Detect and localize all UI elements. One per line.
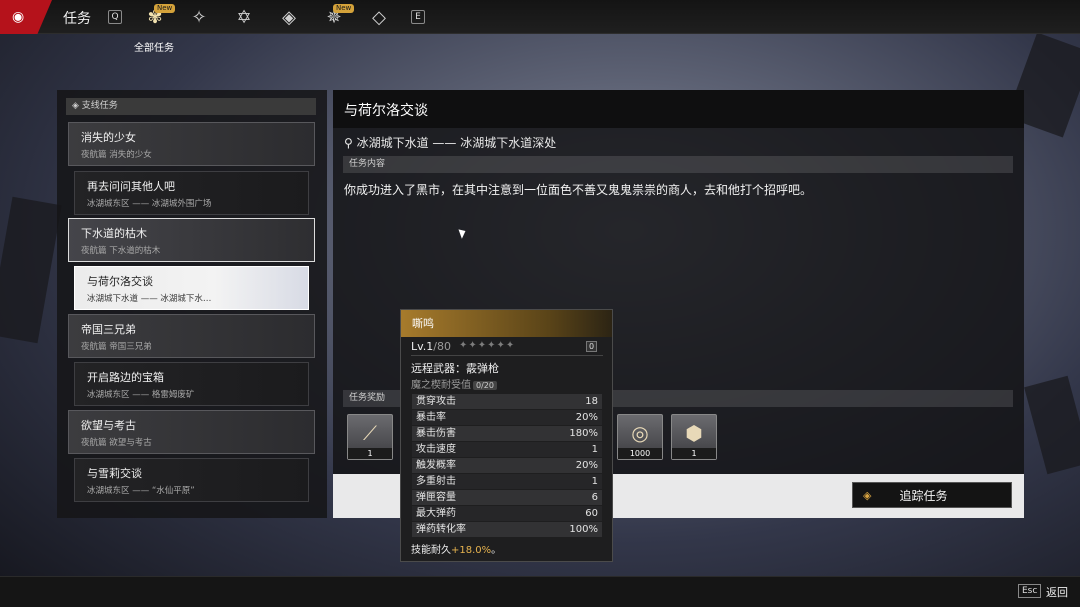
tab-tooltip: 全部任务 (134, 43, 174, 54)
commission-icon: ◈ (282, 6, 296, 28)
quest-group-item[interactable]: 下水道的枯木 夜航篇 下水道的枯木 (68, 218, 315, 262)
refine-badge: 0 (586, 341, 598, 352)
stat-row: 贯穿攻击 18 (412, 394, 602, 409)
track-diamond-icon: ◈ (863, 488, 872, 502)
background-debris (1024, 375, 1080, 475)
eye-logo-icon: ◉ (12, 9, 25, 25)
weapon-type: 远程武器：霰弹枪 (411, 362, 499, 375)
stat-row: 弹匣容量 6 (412, 490, 602, 505)
main-quest-icon: ✧ (191, 6, 207, 28)
daily-quest-icon: ◇ (372, 6, 386, 28)
mod-durability: 魔之楔耐受值 0/20 (411, 376, 497, 391)
quest-category-header: ◈ 支线任务 (66, 98, 316, 115)
prev-tab-key-hint[interactable]: Q (108, 10, 122, 24)
next-tab-key-hint[interactable]: E (411, 10, 425, 24)
side-quest-icon: ✡ (236, 6, 252, 28)
quest-list-item[interactable]: 再去问问其他人吧 冰湖城东区 —— 冰湖城外围广场 (74, 171, 309, 215)
weapon-name: 嘶鸣 (401, 310, 612, 337)
stat-row: 弹药转化率 100% (412, 522, 602, 537)
side-quest-icon: ◈ (72, 101, 82, 111)
stat-row: 触发概率 20% (412, 458, 602, 473)
new-badge: New (154, 4, 176, 13)
bottom-bar (0, 576, 1080, 607)
quest-group-item[interactable]: 欲望与考古 夜航篇 欲望与考古 (68, 410, 315, 454)
shotgun-icon: ⟋ (363, 421, 377, 445)
stat-row: 暴击率 20% (412, 410, 602, 425)
quest-group-item[interactable]: 帝国三兄弟 夜航篇 帝国三兄弟 (68, 314, 315, 358)
page-title: 任务 (63, 11, 91, 27)
quest-list-item[interactable]: 开启路边的宝箱 冰湖城东区 —— 格雷姆废矿 (74, 362, 309, 406)
detail-title-bar (333, 90, 1024, 128)
tab-main-quests[interactable]: ✧ (187, 5, 211, 29)
content-section-header: 任务内容 (343, 156, 1013, 173)
esc-key-hint[interactable]: Esc (1018, 584, 1042, 598)
rank-stars-icon: ✦✦✦✦✦✦ (459, 340, 516, 351)
tab-daily-quests[interactable]: ◇ (367, 5, 391, 29)
stat-row: 多重射击 1 (412, 474, 602, 489)
quest-description: 你成功进入了黑市，在其中注意到一位面色不善又鬼鬼祟祟的商人，去和他打个招呼吧。 (344, 183, 813, 197)
reward-item-weapon[interactable]: ⟋ 1 (347, 414, 393, 460)
quest-location: ⚲ 冰湖城下水道 —— 冰湖城下水道深处 (344, 136, 557, 150)
track-quest-button[interactable]: ◈ 追踪任务 (852, 482, 1012, 508)
mod-cube-icon: ⬢ (685, 421, 703, 445)
background-debris (0, 196, 62, 344)
tab-side-quests[interactable]: ✡ (232, 5, 256, 29)
stat-row: 攻击速度 1 (412, 442, 602, 457)
weapon-tooltip: 嘶鸣 Lv.1/80 ✦✦✦✦✦✦ 0 远程武器：霰弹枪 魔之楔耐受值 0/20 … (400, 309, 613, 562)
coin-icon: ◎ (631, 421, 649, 445)
new-badge: New (333, 4, 355, 13)
reward-item-coins[interactable]: ◎ 1000 (617, 414, 663, 460)
quest-list-item-selected[interactable]: 与荷尔洛交谈 冰湖城下水道 —— 冰湖城下水… (74, 266, 309, 310)
location-pin-icon: ⚲ (344, 136, 357, 150)
stat-row: 暴击伤害 180% (412, 426, 602, 441)
skill-bonus-text: 技能耐久+18.0%。 (411, 545, 502, 556)
stat-row: 最大弹药 60 (412, 506, 602, 521)
quest-title: 与荷尔洛交谈 (344, 103, 428, 119)
quest-group-item[interactable]: 消失的少女 夜航篇 消失的少女 (68, 122, 315, 166)
reward-item-mod[interactable]: ⬢ 1 (671, 414, 717, 460)
tab-commissions[interactable]: ◈ (277, 5, 301, 29)
quest-list-item[interactable]: 与雪莉交谈 冰湖城东区 —— “水仙平原” (74, 458, 309, 502)
divider (411, 355, 603, 356)
weapon-level: Lv.1/80 (411, 340, 451, 353)
back-button[interactable]: 返回 (1046, 584, 1068, 600)
